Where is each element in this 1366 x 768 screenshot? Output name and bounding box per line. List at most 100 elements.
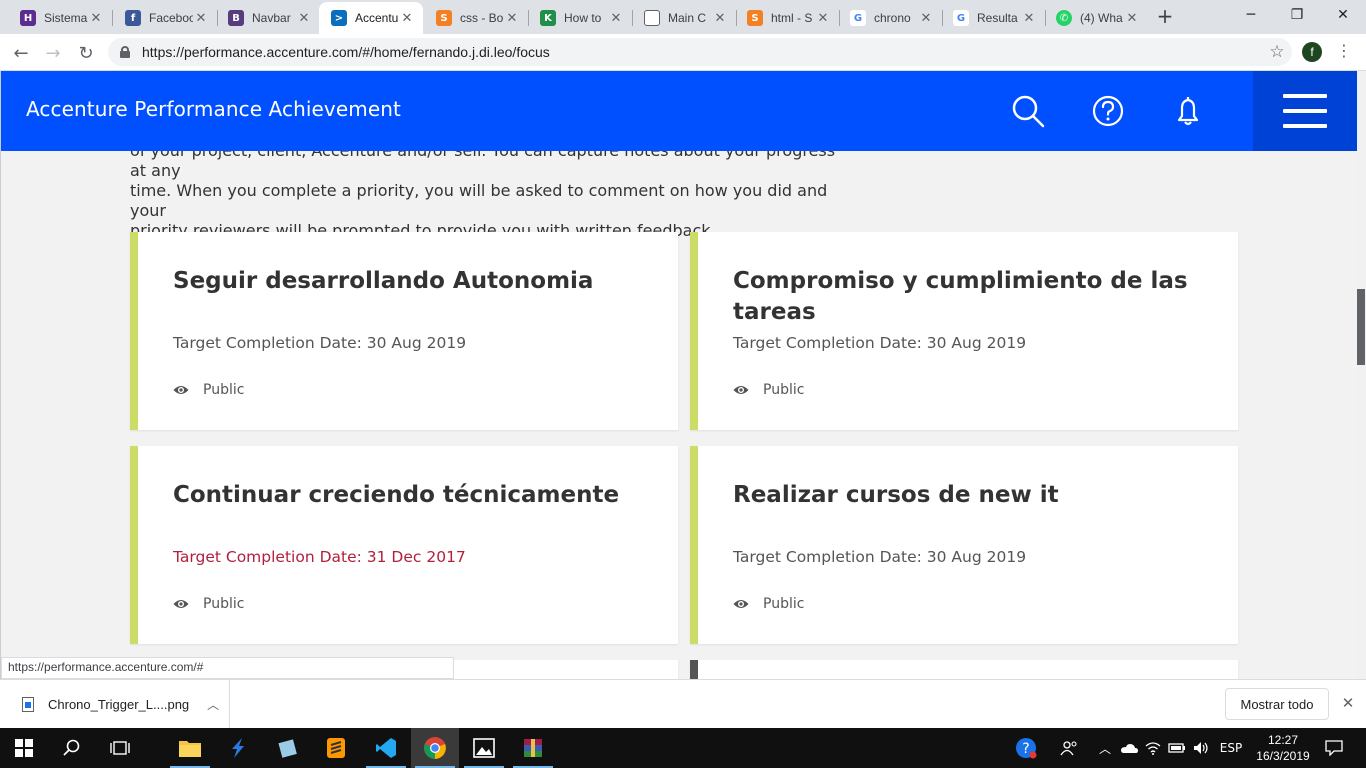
- system-clock[interactable]: 12:27 16/3/2019: [1248, 732, 1318, 764]
- browser-tab[interactable]: S html - S ✕: [735, 2, 839, 34]
- forward-button[interactable]: →: [40, 40, 66, 66]
- action-center-icon[interactable]: [1320, 728, 1348, 768]
- notifications-bell-icon[interactable]: [1166, 89, 1210, 133]
- app-header: Accenture Performance Achievement: [1, 71, 1357, 151]
- show-all-downloads-button[interactable]: Mostrar todo: [1225, 688, 1329, 720]
- close-icon[interactable]: ✕: [88, 11, 104, 26]
- tab-label: Accenture: [355, 11, 399, 25]
- scrollbar-track[interactable]: [1357, 71, 1366, 679]
- tab-label: html - S: [771, 11, 813, 25]
- battery-icon[interactable]: [1166, 728, 1188, 768]
- visibility-label: Public: [203, 382, 245, 398]
- close-icon[interactable]: ✕: [608, 11, 624, 26]
- close-icon[interactable]: ✕: [1021, 11, 1037, 26]
- browser-tab[interactable]: S css - Bo ✕: [424, 2, 528, 34]
- lock-icon[interactable]: [120, 46, 130, 58]
- back-button[interactable]: ←: [8, 40, 34, 66]
- priority-card[interactable]: Realizar cursos de new it Target Complet…: [690, 446, 1238, 644]
- windows-start-icon[interactable]: [0, 728, 48, 768]
- minimize-button[interactable]: ─: [1228, 0, 1274, 30]
- winrar-icon[interactable]: [509, 728, 557, 768]
- chrome-icon[interactable]: [411, 728, 459, 768]
- app-brand-title[interactable]: Accenture Performance Achievement: [26, 97, 401, 121]
- browser-tab[interactable]: ✆ (4) Wha ✕: [1044, 2, 1148, 34]
- profile-avatar[interactable]: f: [1302, 42, 1322, 62]
- eye-icon: [733, 386, 749, 394]
- priority-card[interactable]: Seguir desarrollando Autonomia Target Co…: [130, 232, 678, 430]
- help-icon[interactable]: [1086, 89, 1130, 133]
- close-icon[interactable]: ✕: [918, 11, 934, 26]
- browser-tab[interactable]: G Resulta ✕: [941, 2, 1045, 34]
- tab-label: Facebook: [149, 11, 193, 25]
- close-icon[interactable]: ✕: [504, 11, 520, 26]
- scrollbar-thumb[interactable]: [1357, 289, 1365, 365]
- browser-tab[interactable]: K How to ✕: [528, 2, 632, 34]
- close-icon[interactable]: ✕: [712, 11, 728, 26]
- vscode-icon[interactable]: [362, 728, 410, 768]
- close-icon[interactable]: ✕: [296, 11, 312, 26]
- close-icon[interactable]: ✕: [1124, 11, 1140, 26]
- chrome-menu-icon[interactable]: ⋮: [1334, 41, 1354, 63]
- tab-label: chrono: [874, 11, 911, 25]
- help-tray-icon[interactable]: ?: [1012, 728, 1040, 768]
- notepad-app-icon[interactable]: [264, 728, 312, 768]
- close-icon[interactable]: ✕: [399, 11, 415, 26]
- reload-button[interactable]: ↻: [73, 40, 99, 66]
- tab-label: Main C: [668, 11, 707, 25]
- people-icon[interactable]: [1056, 728, 1082, 768]
- browser-tab[interactable]: G chrono ✕: [838, 2, 942, 34]
- clock-date: 16/3/2019: [1256, 749, 1310, 763]
- maximize-button[interactable]: ❐: [1274, 0, 1320, 30]
- stackoverflow-icon: S: [747, 10, 763, 26]
- wifi-icon[interactable]: [1142, 728, 1164, 768]
- visibility-label: Public: [203, 596, 245, 612]
- priorities-intro-text: of your project, client, Accenture and/o…: [130, 141, 840, 241]
- priority-card[interactable]: Compromiso y cumplimiento de las tareas …: [690, 232, 1238, 430]
- volume-icon[interactable]: [1190, 728, 1212, 768]
- browser-tab[interactable]: f Facebook ✕: [113, 2, 217, 34]
- download-item[interactable]: Chrono_Trigger_L....png ︿: [0, 680, 230, 728]
- browser-tab[interactable]: B Navbar ✕: [216, 2, 320, 34]
- google-icon: G: [850, 10, 866, 26]
- tab-label: How to: [564, 11, 602, 25]
- search-icon[interactable]: [48, 728, 96, 768]
- priority-title[interactable]: Realizar cursos de new it: [733, 480, 1213, 511]
- priority-title[interactable]: Continuar creciendo técnicamente: [173, 480, 653, 511]
- browser-toolbar: ← → ↻ https://performance.accenture.com/…: [0, 34, 1366, 71]
- input-language[interactable]: ESP: [1216, 728, 1246, 768]
- search-icon[interactable]: [1006, 89, 1050, 133]
- url-text[interactable]: https://performance.accenture.com/#/home…: [142, 44, 1262, 60]
- accenture-icon: >: [331, 10, 347, 26]
- address-bar[interactable]: https://performance.accenture.com/#/home…: [108, 38, 1292, 66]
- hamburger-menu-button[interactable]: [1253, 71, 1357, 151]
- sublime-text-icon[interactable]: [312, 728, 360, 768]
- priority-card-partial[interactable]: [690, 660, 1238, 679]
- visual-studio-icon[interactable]: [214, 728, 262, 768]
- window-close-button[interactable]: ✕: [1320, 0, 1366, 30]
- tab-label: Resulta: [977, 11, 1018, 25]
- browser-tab[interactable]: H Sistema ✕: [8, 2, 112, 34]
- visibility-status: Public: [173, 596, 244, 612]
- windows-taskbar: ? ︿ ESP 12:27 16/3/2019: [0, 728, 1366, 768]
- browser-tab-active[interactable]: > Accenture ✕: [319, 2, 423, 34]
- chevron-up-icon[interactable]: ︿: [207, 696, 219, 713]
- browser-tab[interactable]: Main C ✕: [632, 2, 736, 34]
- close-icon[interactable]: ✕: [815, 11, 831, 26]
- new-tab-button[interactable]: +: [1154, 6, 1176, 28]
- visibility-status: Public: [733, 596, 804, 612]
- intro-line: time. When you complete a priority, you …: [130, 181, 828, 220]
- task-view-icon[interactable]: [96, 728, 144, 768]
- photos-app-icon[interactable]: [460, 728, 508, 768]
- close-icon[interactable]: ✕: [193, 11, 209, 26]
- download-file-name[interactable]: Chrono_Trigger_L....png: [48, 697, 189, 712]
- close-shelf-icon[interactable]: ✕: [1338, 694, 1358, 714]
- kangaroo-icon: K: [540, 10, 556, 26]
- chevron-up-icon[interactable]: ︿: [1094, 728, 1116, 768]
- priority-card[interactable]: Continuar creciendo técnicamente Target …: [130, 446, 678, 644]
- priority-title[interactable]: Seguir desarrollando Autonomia: [173, 266, 653, 297]
- tab-label: css - Bo: [460, 11, 504, 25]
- priority-title[interactable]: Compromiso y cumplimiento de las tareas: [733, 266, 1213, 328]
- bookmark-star-icon[interactable]: ☆: [1262, 42, 1292, 62]
- onedrive-icon[interactable]: [1118, 728, 1140, 768]
- file-explorer-icon[interactable]: [166, 728, 214, 768]
